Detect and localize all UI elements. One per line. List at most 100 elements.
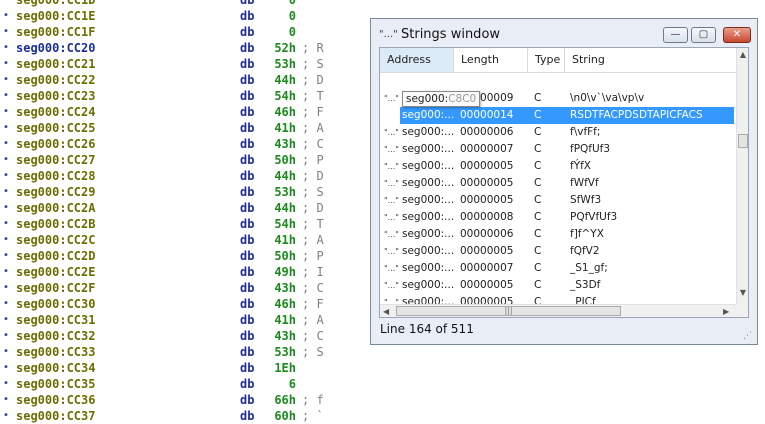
line-value[interactable]: 43h: [260, 280, 296, 296]
line-address[interactable]: seg000:CC36: [16, 392, 95, 408]
line-value[interactable]: 41h: [260, 232, 296, 248]
line-mnemonic: db: [240, 9, 255, 23]
minimize-button[interactable]: —: [663, 27, 688, 43]
line-address[interactable]: seg000:CC26: [16, 136, 95, 152]
line-value[interactable]: 41h: [260, 120, 296, 136]
line-address[interactable]: seg000:CC2B: [16, 216, 95, 232]
line-value[interactable]: 50h: [260, 152, 296, 168]
table-row[interactable]: "..." seg000:... 00000008 C PQfVfUf3: [380, 209, 736, 226]
line-value[interactable]: 43h: [260, 328, 296, 344]
line-address[interactable]: seg000:CC30: [16, 296, 95, 312]
line-value[interactable]: 53h: [260, 344, 296, 360]
line-value[interactable]: 54h: [260, 216, 296, 232]
scroll-left-icon[interactable]: ◀: [383, 305, 389, 317]
line-value[interactable]: 0: [260, 0, 296, 8]
table-row[interactable]: "..." seg000:... 00000006 Cf]f^YX: [380, 226, 736, 243]
line-address[interactable]: seg000:CC34: [16, 360, 95, 376]
table-row[interactable]: "..." seg000:... 00000007 CfPQfUf3: [380, 141, 736, 158]
string-icon: "...": [384, 230, 399, 239]
line-value[interactable]: 46h: [260, 296, 296, 312]
line-address[interactable]: seg000:CC21: [16, 56, 95, 72]
line-value[interactable]: 6: [260, 376, 296, 392]
scroll-up-icon[interactable]: ▲: [737, 50, 748, 59]
resize-grip-icon[interactable]: ⋰: [743, 331, 752, 341]
line-address[interactable]: seg000:CC1F: [16, 24, 95, 40]
line-address[interactable]: seg000:CC2D: [16, 248, 95, 264]
line-mnemonic: db: [240, 393, 255, 407]
table-row[interactable]: "..." seg000:... 00000005 CfÝfX: [380, 158, 736, 175]
line-value[interactable]: 52h: [260, 40, 296, 56]
line-value[interactable]: 46h: [260, 104, 296, 120]
table-row[interactable]: "..." seg000:... 00000006 Cf\vfFf;: [380, 124, 736, 141]
line-bullet-icon: •: [3, 394, 10, 405]
line-value[interactable]: 44h: [260, 72, 296, 88]
horizontal-scrollbar[interactable]: ◀ ||| ▶: [380, 304, 736, 317]
line-value[interactable]: 44h: [260, 200, 296, 216]
line-address[interactable]: seg000:CC20: [16, 40, 95, 56]
strings-list[interactable]: Address Length Type String "..."seg000:.…: [379, 47, 749, 318]
line-address[interactable]: seg000:CC2E: [16, 264, 95, 280]
column-header-string[interactable]: String: [565, 48, 736, 72]
column-header-type[interactable]: Type: [528, 48, 565, 72]
table-row[interactable]: "..." seg000:... 00000005 CfQfV2: [380, 243, 736, 260]
table-row[interactable]: "..." seg000:... 00000005 CfWfVf: [380, 175, 736, 192]
table-row[interactable]: "..." seg000:... 00000007 C _S1_gf;: [380, 260, 736, 277]
row-string: fPQfUf3: [570, 143, 611, 155]
line-value[interactable]: 0: [260, 24, 296, 40]
line-value[interactable]: 50h: [260, 248, 296, 264]
row-length: 00000005: [460, 245, 514, 257]
line-comment: ; C: [302, 281, 324, 295]
line-address[interactable]: seg000:CC2C: [16, 232, 95, 248]
line-mnemonic: db: [240, 201, 255, 215]
line-mnemonic: db: [240, 409, 255, 423]
line-address[interactable]: seg000:CC33: [16, 344, 95, 360]
line-address[interactable]: seg000:CC32: [16, 328, 95, 344]
line-value[interactable]: 44h: [260, 168, 296, 184]
line-address[interactable]: seg000:CC1D: [16, 0, 95, 8]
line-address[interactable]: seg000:CC24: [16, 104, 95, 120]
line-address[interactable]: seg000:CC2A: [16, 200, 95, 216]
line-value[interactable]: 53h: [260, 184, 296, 200]
line-address[interactable]: seg000:CC28: [16, 168, 95, 184]
line-value[interactable]: 49h: [260, 264, 296, 280]
line-address[interactable]: seg000:CC35: [16, 376, 95, 392]
table-row[interactable]: "..." seg000:... 00000014 C RSDTFACPDSDTAPIC…: [380, 107, 736, 124]
line-address[interactable]: seg000:CC25: [16, 120, 95, 136]
line-address[interactable]: seg000:CC2F: [16, 280, 95, 296]
strings-window[interactable]: "..." Strings window — ▢ ✕ Address Lengt…: [370, 18, 758, 345]
horizontal-scroll-thumb[interactable]: |||: [396, 306, 621, 316]
line-value[interactable]: 54h: [260, 88, 296, 104]
line-bullet-icon: •: [3, 90, 10, 101]
line-address[interactable]: seg000:CC27: [16, 152, 95, 168]
status-line-count: Line 164 of 511: [380, 322, 474, 336]
line-comment: ; P: [302, 249, 324, 263]
line-address[interactable]: seg000:CC29: [16, 184, 95, 200]
line-address[interactable]: seg000:CC1E: [16, 8, 95, 24]
scroll-right-icon[interactable]: ▶: [723, 305, 729, 317]
line-value[interactable]: 41h: [260, 312, 296, 328]
row-string: f\vfFf;: [570, 126, 601, 138]
maximize-button[interactable]: ▢: [691, 27, 716, 43]
line-value[interactable]: 53h: [260, 56, 296, 72]
line-value[interactable]: 66h: [260, 392, 296, 408]
line-address[interactable]: seg000:CC31: [16, 312, 95, 328]
column-header-length[interactable]: Length: [454, 48, 528, 72]
line-address[interactable]: seg000:CC37: [16, 408, 95, 424]
line-value[interactable]: 60h: [260, 408, 296, 424]
table-row[interactable]: "..." seg000:... 00000005 C SfWf3: [380, 192, 736, 209]
close-button[interactable]: ✕: [723, 27, 751, 43]
column-header-address[interactable]: Address: [380, 48, 454, 72]
vertical-scrollbar[interactable]: ▲ ▼: [736, 48, 748, 304]
line-value[interactable]: 1Eh: [260, 360, 296, 376]
line-address[interactable]: seg000:CC22: [16, 72, 95, 88]
table-row[interactable]: "..." seg000:... 00000005 C _S3Df: [380, 277, 736, 294]
line-address[interactable]: seg000:CC23: [16, 88, 95, 104]
row-length: 00000007: [460, 143, 514, 155]
line-value[interactable]: 0: [260, 8, 296, 24]
row-address: seg000:...: [402, 211, 455, 223]
row-type: C: [534, 160, 542, 172]
line-value[interactable]: 43h: [260, 136, 296, 152]
line-bullet-icon: •: [3, 58, 10, 69]
scroll-down-icon[interactable]: ▼: [737, 288, 748, 297]
vertical-scroll-thumb[interactable]: [738, 134, 748, 148]
